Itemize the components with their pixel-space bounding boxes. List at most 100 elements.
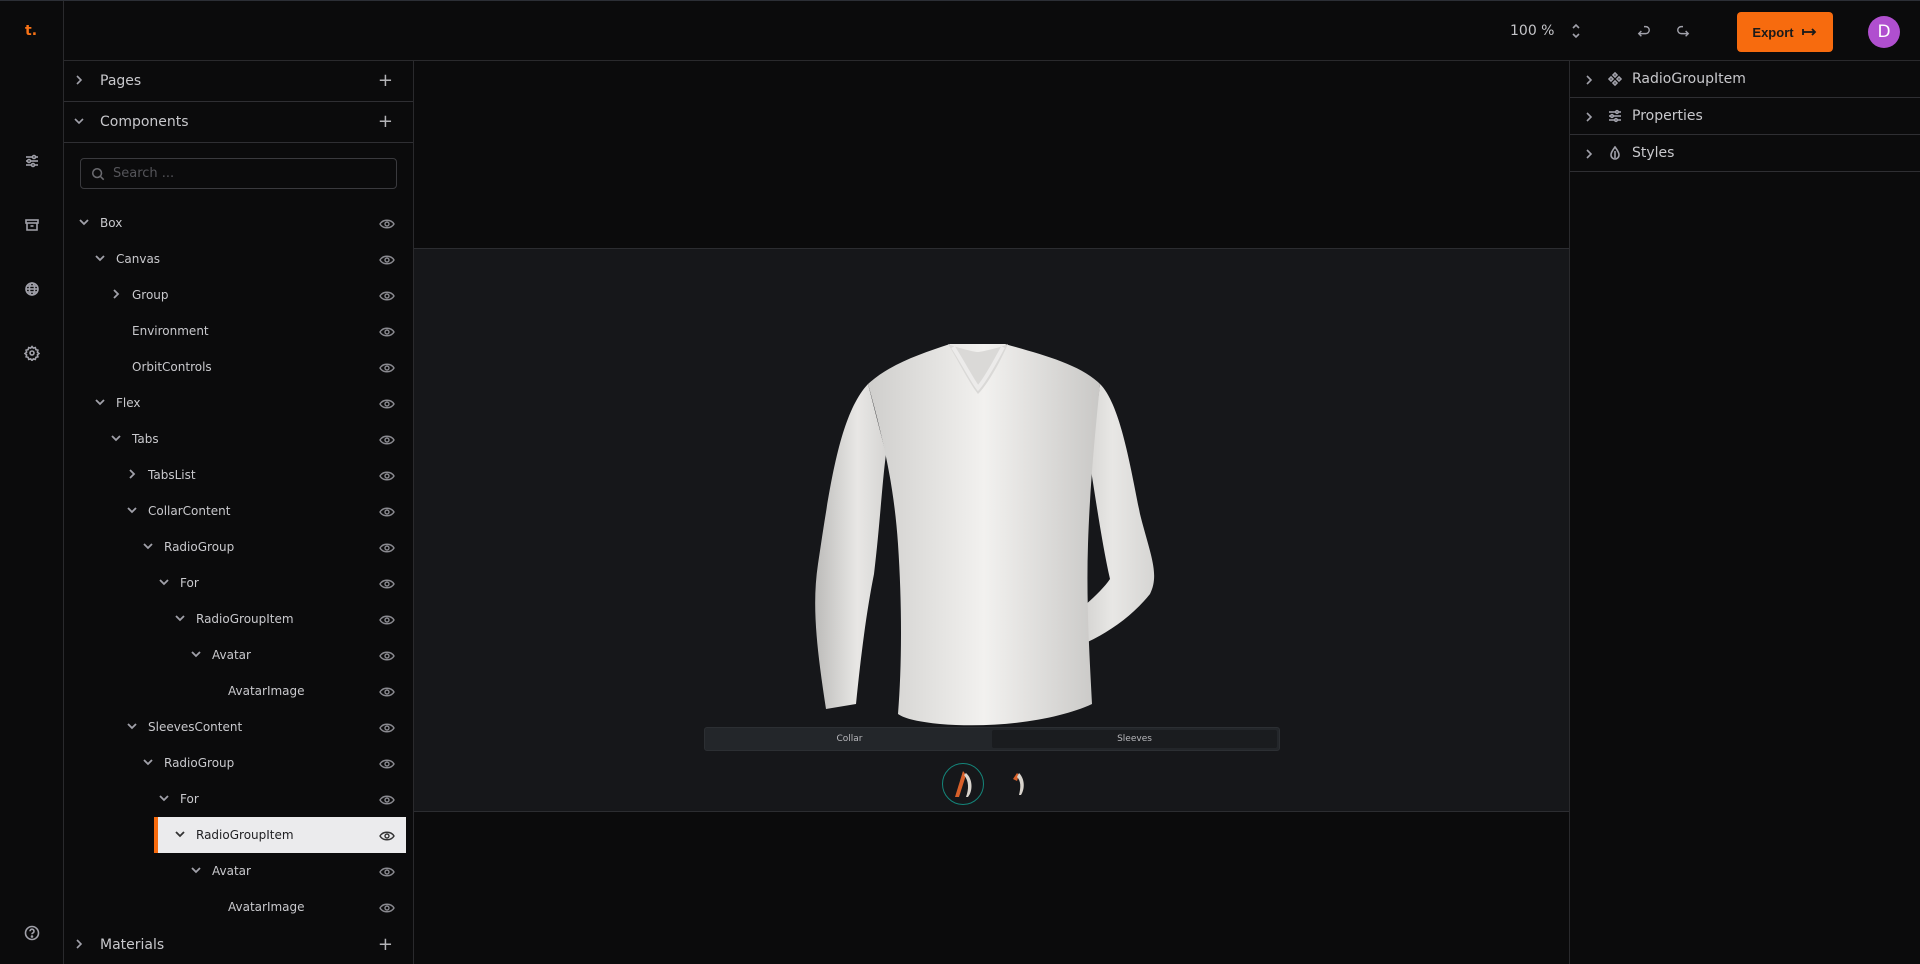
tree-node[interactable]: Tabs — [64, 421, 413, 457]
tree-node[interactable]: CollarContent — [64, 493, 413, 529]
chevron-down-icon[interactable] — [94, 253, 106, 266]
help-button[interactable] — [20, 921, 44, 945]
tree-node-label: Group — [132, 288, 169, 302]
sleeve-option-2[interactable] — [998, 763, 1040, 805]
tree-node[interactable]: AvatarImage — [64, 889, 413, 925]
preview-viewport[interactable]: Collar Sleeves — [414, 248, 1569, 812]
tree-node[interactable]: Flex — [64, 385, 413, 421]
tree-node[interactable]: RadioGroup — [64, 745, 413, 781]
tree-node[interactable]: For — [64, 781, 413, 817]
tree-node[interactable]: OrbitControls — [64, 349, 413, 385]
eye-icon[interactable] — [379, 864, 395, 878]
chevron-right-icon — [1584, 144, 1596, 163]
pages-section-header[interactable]: Pages + — [64, 61, 413, 102]
rail-assets-button[interactable] — [20, 213, 44, 237]
tree-node[interactable]: RadioGroupItem — [154, 817, 406, 853]
component-icon — [1608, 72, 1622, 86]
chevron-right-icon[interactable] — [126, 468, 138, 482]
eye-icon[interactable] — [379, 756, 395, 770]
tree-node[interactable]: Avatar — [64, 853, 413, 889]
eye-icon[interactable] — [379, 576, 395, 590]
eye-icon[interactable] — [379, 828, 395, 842]
export-button[interactable]: Export — [1737, 12, 1833, 52]
inspector-component-title: RadioGroupItem — [1632, 71, 1746, 87]
tab-sleeves[interactable]: Sleeves — [992, 730, 1277, 748]
zoom-stepper[interactable] — [1568, 21, 1584, 41]
tree-node[interactable]: Environment — [64, 313, 413, 349]
tree-node[interactable]: RadioGroup — [64, 529, 413, 565]
tree-node[interactable]: AvatarImage — [64, 673, 413, 709]
redo-button[interactable] — [1673, 21, 1693, 41]
chevron-right-icon[interactable] — [110, 288, 122, 302]
eye-icon[interactable] — [379, 792, 395, 806]
tree-node[interactable]: Box — [64, 205, 413, 241]
tree-node[interactable]: Avatar — [64, 637, 413, 673]
add-material-button[interactable]: + — [378, 934, 393, 955]
components-section-header[interactable]: Components + — [64, 102, 413, 143]
tree-node[interactable]: TabsList — [64, 457, 413, 493]
sleeve-option-1[interactable] — [942, 763, 984, 805]
eye-icon[interactable] — [379, 684, 395, 698]
undo-button[interactable] — [1634, 21, 1654, 41]
eye-icon[interactable] — [379, 432, 395, 446]
canvas-stage: Collar Sleeves — [414, 61, 1569, 964]
tree-node[interactable]: RadioGroupItem — [64, 601, 413, 637]
chevron-down-icon[interactable] — [126, 721, 138, 734]
chevron-down-icon[interactable] — [142, 541, 154, 554]
chevron-down-icon[interactable] — [142, 757, 154, 770]
eye-icon[interactable] — [379, 612, 395, 626]
rail-web-button[interactable] — [20, 277, 44, 301]
eye-icon[interactable] — [379, 540, 395, 554]
inspector-section-properties[interactable]: Properties — [1570, 98, 1920, 135]
chevron-down-icon[interactable] — [158, 793, 170, 806]
tree-node[interactable]: Group — [64, 277, 413, 313]
tree-node[interactable]: Canvas — [64, 241, 413, 277]
shirt-3d-model[interactable] — [810, 344, 1170, 734]
eye-icon[interactable] — [379, 504, 395, 518]
zoom-level[interactable]: 100 % — [1510, 23, 1554, 39]
inspector-section-styles[interactable]: Styles — [1570, 135, 1920, 172]
chevron-down-icon[interactable] — [190, 865, 202, 878]
eye-icon[interactable] — [379, 252, 395, 266]
add-component-button[interactable]: + — [378, 111, 393, 132]
droplet-icon — [1608, 146, 1622, 160]
chevron-down-icon[interactable] — [110, 433, 122, 446]
eye-icon[interactable] — [379, 468, 395, 482]
chevron-down-icon[interactable] — [78, 217, 90, 230]
chevron-right-icon — [1584, 70, 1596, 89]
export-label: Export — [1752, 24, 1794, 40]
app-logo[interactable]: t. — [25, 23, 37, 39]
materials-section-header[interactable]: Materials + — [64, 925, 413, 964]
inspector-styles-title: Styles — [1632, 145, 1675, 161]
tab-collar[interactable]: Collar — [707, 730, 992, 748]
tree-node-label: Box — [100, 216, 123, 230]
eye-icon[interactable] — [379, 324, 395, 338]
chevron-down-icon[interactable] — [174, 613, 186, 626]
materials-title: Materials — [100, 936, 165, 953]
tree-node-label: SleevesContent — [148, 720, 243, 734]
inspector-properties-title: Properties — [1632, 108, 1703, 124]
chevron-down-icon[interactable] — [174, 829, 186, 842]
chevron-down-icon[interactable] — [158, 577, 170, 590]
eye-icon[interactable] — [379, 288, 395, 302]
tree-node[interactable]: For — [64, 565, 413, 601]
eye-icon[interactable] — [379, 720, 395, 734]
rail-properties-button[interactable] — [20, 149, 44, 173]
tree-node-label: RadioGroup — [164, 540, 235, 554]
component-search-input[interactable] — [113, 166, 373, 181]
gear-icon — [24, 345, 40, 361]
eye-icon[interactable] — [379, 900, 395, 914]
chevron-down-icon[interactable] — [126, 505, 138, 518]
chevron-down-icon[interactable] — [94, 397, 106, 410]
chevron-down-icon[interactable] — [190, 649, 202, 662]
inspector-section-component[interactable]: RadioGroupItem — [1570, 61, 1920, 98]
user-avatar[interactable]: D — [1868, 16, 1900, 48]
rail-settings-button[interactable] — [20, 341, 44, 365]
eye-icon[interactable] — [379, 216, 395, 230]
component-search[interactable] — [80, 158, 397, 189]
eye-icon[interactable] — [379, 396, 395, 410]
add-page-button[interactable]: + — [378, 70, 393, 91]
tree-node[interactable]: SleevesContent — [64, 709, 413, 745]
eye-icon[interactable] — [379, 648, 395, 662]
eye-icon[interactable] — [379, 360, 395, 374]
